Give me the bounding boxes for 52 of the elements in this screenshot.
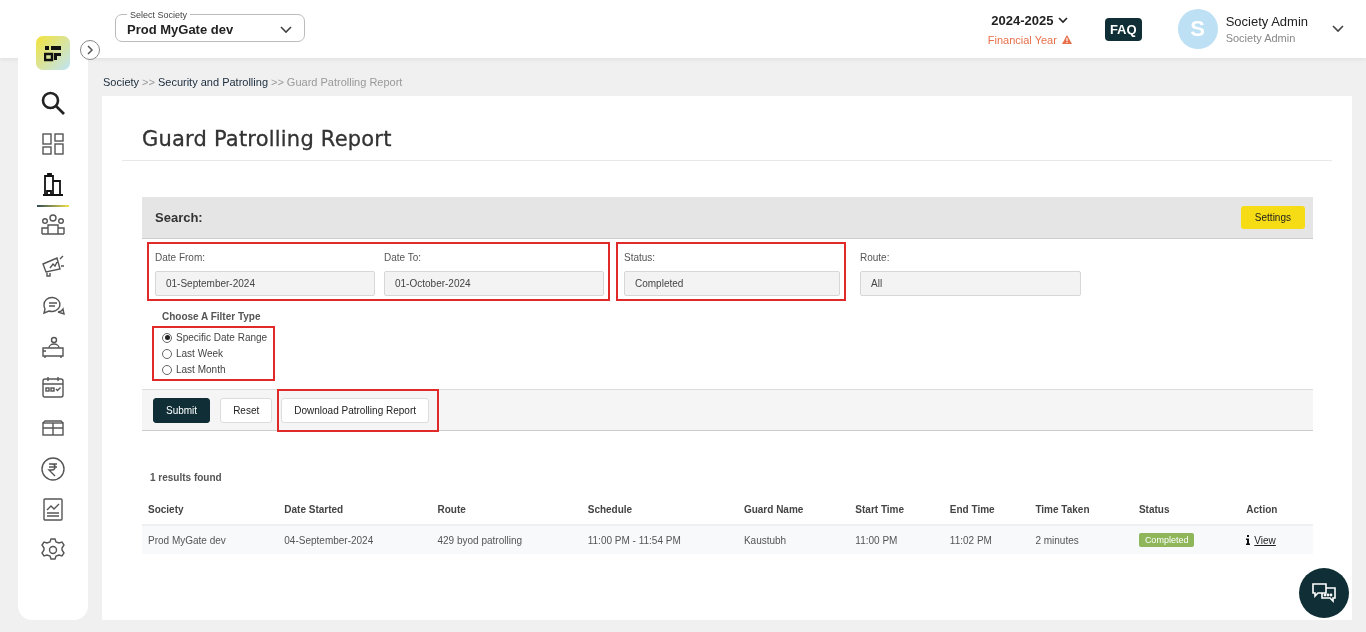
- table-cell-text: 11:02 PM: [949, 534, 993, 546]
- society-select-label: Select Society: [129, 8, 189, 21]
- column-header: Action: [1246, 504, 1279, 517]
- faq-button[interactable]: FAQ: [1104, 17, 1142, 41]
- column-header: Time Taken: [1035, 504, 1091, 517]
- table-cell-text: Prod MyGate dev: [148, 534, 227, 546]
- column-header: Start Time: [855, 504, 906, 517]
- radio-label: Last Month: [176, 364, 226, 375]
- view-link[interactable]: View: [1254, 534, 1276, 546]
- financial-year-caption: Financial Year: [987, 33, 1057, 46]
- field-label: Route:: [860, 252, 891, 263]
- breadcrumb-separator: >>: [142, 76, 155, 88]
- field-label: Date From:: [155, 252, 206, 263]
- user-role: Society Admin: [1225, 32, 1297, 44]
- table-cell-text: 04-September-2024: [284, 534, 375, 546]
- filter-type-label: Choose A Filter Type: [162, 311, 262, 322]
- year-selector[interactable]: 2024-2025: [991, 12, 1054, 28]
- input-field[interactable]: 01-September-2024: [155, 271, 375, 296]
- results-count: 1 results found: [150, 472, 223, 483]
- breadcrumb-link[interactable]: Society: [103, 76, 140, 88]
- action-button[interactable]: Reset: [220, 397, 273, 423]
- field-label: Status:: [624, 252, 657, 263]
- action-button[interactable]: Download Patrolling Report: [281, 397, 429, 423]
- table-cell-text: 2 minutes: [1035, 534, 1080, 546]
- input-field[interactable]: 01-October-2024: [384, 271, 604, 296]
- column-header: End Time: [949, 504, 996, 517]
- table-cell-text: Kaustubh: [743, 534, 788, 546]
- table-cell-text: 11:00 PM: [855, 534, 899, 546]
- input-field[interactable]: Completed: [624, 271, 840, 296]
- table-cell-text: 429 byod patrolling: [437, 534, 523, 546]
- status-badge: Completed: [1138, 533, 1195, 547]
- field-label: Date To:: [384, 252, 423, 263]
- column-header: Status: [1138, 504, 1171, 517]
- radio-label: Last Week: [176, 348, 224, 359]
- table-cell-text: 11:00 PM - 11:54 PM: [587, 534, 682, 546]
- radio-option[interactable]: Last Month: [162, 364, 268, 375]
- user-name: Society Admin: [1225, 14, 1308, 29]
- settings-button[interactable]: Settings: [1240, 206, 1305, 229]
- column-header: Route: [437, 504, 467, 517]
- search-title: Search:: [155, 210, 203, 225]
- column-header: Date Started: [284, 504, 345, 517]
- submit-button[interactable]: Submit: [153, 397, 211, 423]
- input-field[interactable]: All: [860, 271, 1081, 296]
- radio-option[interactable]: Last Week: [162, 348, 268, 359]
- breadcrumb-separator: >>: [271, 76, 284, 88]
- breadcrumb-link[interactable]: Security and Patrolling: [157, 76, 268, 88]
- page-title: Guard Patrolling Report: [142, 126, 393, 153]
- column-header: Schedule: [587, 504, 634, 517]
- column-header: Society: [148, 504, 185, 517]
- society-select[interactable]: Select Society Prod MyGate dev: [115, 8, 305, 42]
- column-header: Guard Name: [743, 504, 805, 517]
- breadcrumb-current: Guard Patrolling Report: [286, 76, 403, 88]
